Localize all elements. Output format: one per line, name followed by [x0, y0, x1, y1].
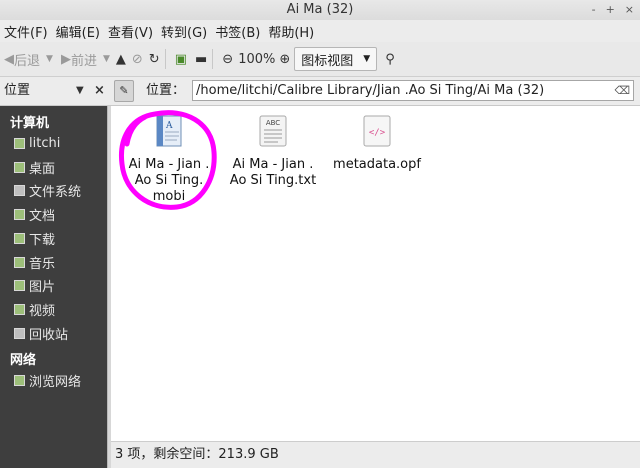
sidebar-item-label: litchi [29, 135, 61, 151]
sidebar-item-label: 文档 [29, 208, 56, 224]
sidebar-item-label: 桌面 [29, 161, 56, 177]
sidebar-heading-network: 网络 [10, 353, 37, 368]
file-item[interactable]: A Ai Ma - Jian . Ao Si Ting. mobi [117, 114, 221, 205]
menu-view[interactable]: 查看(V) [104, 22, 157, 41]
sidebar-item-documents[interactable]: 文档 [14, 203, 55, 225]
sidebar-item-browse-network[interactable]: 浏览网络 [14, 369, 81, 391]
forward-label: 前进 [70, 53, 97, 69]
search-icon[interactable]: ⚲ [385, 52, 395, 67]
sidebar-item-label: 浏览网络 [29, 374, 82, 390]
minimize-button[interactable]: - [592, 0, 596, 20]
documents-folder-icon [14, 208, 25, 220]
file-item[interactable]: ABC Ai Ma - Jian . Ao Si Ting.txt [221, 114, 325, 189]
videos-folder-icon [14, 303, 25, 315]
icon-text: </> [369, 128, 386, 138]
sidebar-item-label: 视频 [29, 303, 56, 319]
window-title: Ai Ma (32) [286, 2, 354, 17]
clear-icon[interactable]: ⌫ [614, 81, 630, 100]
sidebar-item-label: 下载 [29, 232, 56, 248]
music-folder-icon [14, 256, 25, 268]
zoom-in-icon[interactable]: ⊕ [279, 52, 290, 67]
status-text: 3 项，剩余空间：213.9 GB [115, 447, 279, 462]
close-sidebar-icon[interactable]: × [94, 77, 105, 105]
sidebar-item-music[interactable]: 音乐 [14, 251, 55, 273]
sidebar-item-label: 回收站 [29, 327, 69, 343]
file-item[interactable]: </> metadata.opf [325, 114, 429, 173]
back-button[interactable]: ◀ 后退 [4, 50, 40, 69]
forward-button[interactable]: ▶ 前进 [61, 50, 97, 69]
stop-icon[interactable]: ⊘ [132, 52, 143, 67]
close-button[interactable]: × [625, 0, 634, 20]
toolbar-separator [164, 49, 166, 69]
forward-history-icon[interactable]: ▼ [103, 54, 110, 64]
drive-icon [14, 184, 25, 196]
sidebar-heading-computer: 计算机 [10, 116, 50, 131]
menu-go[interactable]: 转到(G) [157, 22, 211, 41]
view-mode-value: 图标视图 [301, 53, 354, 69]
sidebar-item-videos[interactable]: 视频 [14, 298, 55, 320]
places-sidebar: 计算机 litchi 桌面 文件系统 文档 下载 音乐 图片 视频 回收站 网络… [0, 106, 107, 468]
home-folder-icon [14, 137, 25, 149]
menu-help[interactable]: 帮助(H) [264, 22, 318, 41]
trash-icon [14, 327, 25, 339]
sidebar-title: 位置 [4, 83, 31, 98]
downloads-folder-icon [14, 232, 25, 244]
file-name: metadata.opf [333, 157, 421, 172]
maximize-button[interactable]: + [606, 0, 615, 20]
zoom-out-icon[interactable]: ⊖ [222, 52, 233, 67]
pencil-icon: ✎ [119, 84, 129, 97]
desktop-folder-icon [14, 161, 25, 173]
back-label: 后退 [14, 53, 41, 69]
pictures-folder-icon [14, 279, 25, 291]
sidebar-header[interactable]: 位置 ▼ × [4, 77, 105, 105]
sidebar-item-trash[interactable]: 回收站 [14, 322, 68, 344]
computer-icon[interactable]: ▬ [195, 52, 207, 67]
location-label: 位置： [146, 83, 186, 98]
sidebar-item-desktop[interactable]: 桌面 [14, 156, 55, 178]
sidebar-item-label: 图片 [29, 279, 56, 295]
svg-text:A: A [165, 121, 173, 131]
zoom-level: 100% [238, 51, 276, 67]
toolbar-separator [212, 49, 214, 69]
sidebar-item-filesystem[interactable]: 文件系统 [14, 179, 81, 201]
sidebar-item-downloads[interactable]: 下载 [14, 227, 55, 249]
file-name: Ai Ma - Jian . Ao Si Ting.txt [229, 157, 317, 188]
home-folder-icon[interactable]: ▣ [175, 52, 187, 67]
window-controls: - + × [592, 0, 634, 20]
location-path: /home/litchi/Calibre Library/Jian .Ao Si… [196, 83, 545, 98]
network-icon [14, 374, 25, 386]
view-mode-select[interactable]: 图标视图 ▼ [294, 47, 378, 71]
up-arrow-icon[interactable]: ▲ [116, 52, 126, 67]
sidebar-item-pictures[interactable]: 图片 [14, 274, 55, 296]
location-bar: 位置 ▼ × ✎ 位置： /home/litchi/Calibre Librar… [0, 77, 640, 106]
menu-edit[interactable]: 编辑(E) [52, 22, 104, 41]
forward-arrow-icon: ▶ [60, 51, 71, 67]
sidebar-item-label: 文件系统 [29, 184, 82, 200]
menu-file[interactable]: 文件(F) [0, 22, 52, 41]
location-edit-toggle[interactable]: ✎ [114, 80, 134, 102]
text-file-icon: ABC [259, 115, 287, 147]
status-bar: 3 项，剩余空间：213.9 GB [111, 441, 640, 468]
menu-bar: 文件(F) 编辑(E) 查看(V) 转到(G) 书签(B) 帮助(H) [0, 20, 640, 42]
file-name: Ai Ma - Jian . Ao Si Ting. mobi [128, 157, 210, 204]
title-bar: Ai Ma (32) - + × [0, 0, 640, 20]
icon-text: ABC [266, 119, 280, 127]
xml-file-icon: </> [363, 115, 391, 147]
location-input[interactable]: /home/litchi/Calibre Library/Jian .Ao Si… [192, 80, 634, 101]
reload-icon[interactable]: ↻ [149, 52, 160, 67]
chevron-down-icon[interactable]: ▼ [76, 77, 84, 105]
chevron-down-icon: ▼ [363, 54, 371, 64]
toolbar: ◀ 后退 ▼ ▶ 前进 ▼ ▲ ⊘ ↻ ▣ ▬ ⊖ 100% ⊕ 图标视图 ▼ … [0, 42, 640, 77]
file-view: A Ai Ma - Jian . Ao Si Ting. mobi ABC Ai… [111, 106, 640, 441]
sidebar-item-label: 音乐 [29, 256, 56, 272]
ebook-icon: A [156, 115, 182, 147]
back-history-icon[interactable]: ▼ [46, 54, 53, 64]
back-arrow-icon: ◀ [4, 51, 14, 67]
sidebar-item-home[interactable]: litchi [14, 132, 60, 154]
menu-bookmarks[interactable]: 书签(B) [211, 22, 264, 41]
